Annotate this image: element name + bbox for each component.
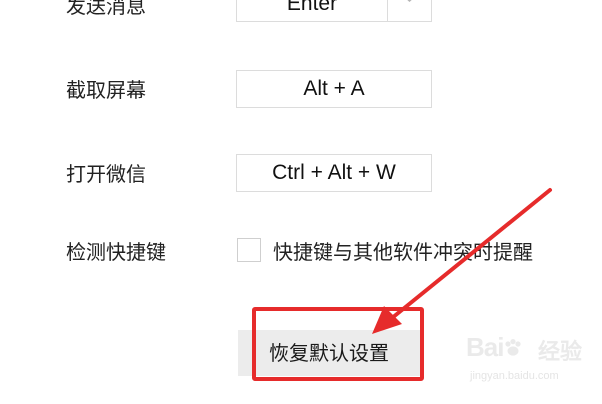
watermark-url: jingyan.baidu.com bbox=[470, 370, 559, 382]
open-wechat-shortcut-field[interactable]: Ctrl + Alt + W bbox=[236, 154, 432, 192]
restore-defaults-button[interactable]: 恢复默认设置 bbox=[238, 330, 420, 376]
watermark-brand-cn: 经验 bbox=[538, 340, 583, 365]
watermark: Bai 经验 jingyan.baidu.com bbox=[466, 326, 596, 396]
send-message-select[interactable]: Enter bbox=[236, 0, 432, 22]
conflict-alert-checkbox[interactable] bbox=[237, 238, 261, 262]
send-message-value: Enter bbox=[286, 0, 338, 15]
detect-shortcuts-label: 检测快捷键 bbox=[66, 240, 166, 264]
open-wechat-label: 打开微信 bbox=[66, 162, 146, 186]
chevron-down-icon[interactable] bbox=[388, 0, 431, 21]
watermark-brand: Bai bbox=[466, 332, 523, 363]
screenshot-shortcut-field[interactable]: Alt + A bbox=[236, 70, 432, 108]
send-message-label: 发送消息 bbox=[66, 0, 146, 18]
screenshot-label: 截取屏幕 bbox=[66, 78, 146, 102]
conflict-alert-checkbox-label[interactable]: 快捷键与其他软件冲突时提醒 bbox=[273, 240, 533, 264]
paw-icon bbox=[505, 339, 522, 356]
